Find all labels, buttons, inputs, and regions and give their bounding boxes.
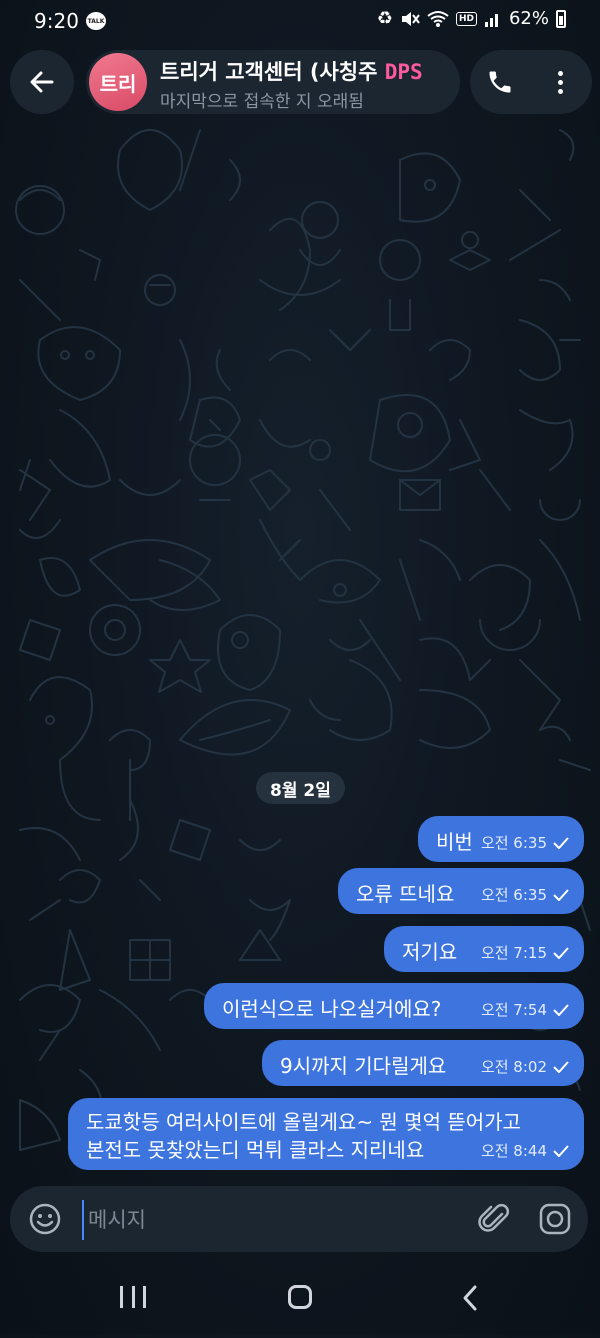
mute-icon (401, 11, 420, 26)
message-bubble[interactable]: 9시까지 기다릴게요 오전 8:02 (262, 1040, 584, 1086)
message-bubble[interactable]: 이런식으로 나오실거에요? 오전 7:54 (204, 983, 584, 1029)
message-text: 저기요 (402, 940, 458, 964)
message-time: 오전 7:54 (480, 1001, 547, 1019)
hd-voice-icon: HD (455, 11, 477, 26)
nav-back-icon[interactable] (460, 1284, 480, 1312)
read-check-icon (553, 888, 569, 901)
message-meta: 오전 8:44 (481, 1140, 570, 1161)
read-check-icon (553, 1144, 569, 1157)
read-check-icon (553, 1003, 569, 1016)
avatar[interactable]: 트리 (89, 53, 147, 111)
chat-name-tag: DPS (384, 60, 423, 84)
message-input[interactable] (82, 1200, 470, 1240)
phone-icon (489, 71, 511, 93)
message-time: 오전 8:44 (480, 1142, 547, 1160)
message-meta: 오전 6:35 (481, 884, 570, 905)
message-bubble[interactable]: 도쿄핫등 여러사이트에 올릴게요~ 뭔 몇억 뜯어가고 본전도 못찾았는디 먹튀… (68, 1098, 584, 1170)
message-text: 오류 뜨네요 (356, 882, 455, 906)
header-actions (470, 50, 592, 114)
recent-apps-button[interactable] (120, 1286, 146, 1308)
back-button[interactable] (10, 50, 74, 114)
last-seen-status: 마지막으로 접속한 지 오래됨 (160, 92, 364, 112)
emoji-icon[interactable] (28, 1202, 62, 1236)
chat-title: 트리거 고객센터 (사칭주 DPS (160, 56, 448, 86)
battery-percent: 62% (508, 8, 549, 29)
message-bubble[interactable]: 저기요 오전 7:15 (384, 926, 584, 972)
message-text: 이런식으로 나오실거에요? (222, 997, 442, 1021)
message-time: 오전 6:35 (480, 886, 547, 904)
message-bubble[interactable]: 오류 뜨네요 오전 6:35 (338, 868, 584, 914)
wifi-icon (427, 10, 449, 27)
message-time: 오전 8:02 (480, 1058, 547, 1076)
kakaotalk-notification-icon: TALK (86, 12, 106, 30)
message-meta: 오전 6:35 (481, 832, 570, 853)
read-check-icon (553, 836, 569, 849)
system-navigation-bar (0, 1262, 600, 1334)
message-text: 비번 (436, 830, 473, 854)
recycle-icon: ♻ (376, 8, 393, 29)
battery-icon (556, 9, 566, 28)
read-check-icon (553, 946, 569, 959)
menu-dot-icon (557, 88, 563, 94)
signal-icon (484, 13, 498, 27)
message-text-line: 본전도 못찾았는디 먹튀 클라스 지리네요 (86, 1138, 425, 1162)
chat-info-header[interactable]: 트리 트리거 고객센터 (사칭주 DPS 마지막으로 접속한 지 오래됨 (86, 50, 460, 114)
date-separator: 8월 2일 (256, 772, 345, 804)
message-meta: 오전 7:54 (481, 999, 570, 1020)
more-options-button[interactable] (540, 62, 580, 102)
status-time: 9:20 (34, 9, 79, 33)
message-meta: 오전 7:15 (481, 942, 570, 963)
message-time: 오전 6:35 (480, 834, 547, 852)
paperclip-icon[interactable] (478, 1202, 512, 1236)
status-icons: ♻ HD 62% (377, 8, 566, 29)
read-check-icon (553, 1060, 569, 1073)
status-bar: 9:20 TALK ♻ HD 62% (0, 0, 600, 44)
chat-name-text: 트리거 고객센터 (사칭주 (160, 60, 378, 84)
message-text-line: 도쿄핫등 여러사이트에 올릴게요~ 뭔 몇억 뜯어가고 (86, 1110, 521, 1134)
menu-dot-icon (557, 70, 563, 76)
message-meta: 오전 8:02 (481, 1056, 570, 1077)
menu-dot-icon (557, 79, 563, 85)
camera-icon[interactable] (538, 1202, 572, 1236)
call-button[interactable] (480, 62, 520, 102)
home-button[interactable] (288, 1285, 312, 1309)
arrow-left-icon (30, 71, 54, 93)
message-composer (10, 1186, 588, 1252)
message-bubble[interactable]: 비번 오전 6:35 (418, 816, 584, 862)
message-text: 9시까지 기다릴게요 (280, 1054, 447, 1078)
message-time: 오전 7:15 (480, 944, 547, 962)
